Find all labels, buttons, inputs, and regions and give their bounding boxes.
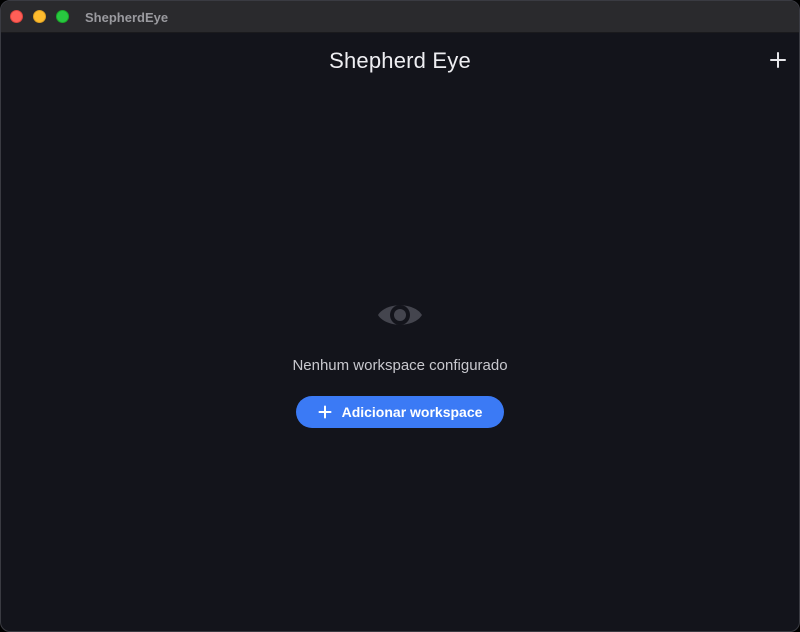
add-workspace-label: Adicionar workspace: [341, 404, 483, 420]
app-window: ShepherdEye Shepherd Eye Nenhum workspac…: [0, 0, 800, 632]
empty-state: Nenhum workspace configurado Adicionar w…: [1, 295, 799, 428]
page-title: Shepherd Eye: [329, 48, 471, 73]
empty-state-message: Nenhum workspace configurado: [292, 357, 508, 374]
title-bar[interactable]: ShepherdEye: [1, 1, 799, 33]
app-header: Shepherd Eye: [1, 33, 799, 89]
plus-icon: [318, 405, 332, 419]
plus-icon: [770, 52, 786, 68]
close-window-button[interactable]: [10, 10, 23, 23]
add-workspace-cta-button[interactable]: Adicionar workspace: [296, 396, 504, 428]
minimize-window-button[interactable]: [33, 10, 46, 23]
add-workspace-button[interactable]: [767, 49, 789, 71]
eye-icon: [378, 305, 422, 325]
maximize-window-button[interactable]: [56, 10, 69, 23]
window-title: ShepherdEye: [85, 10, 169, 25]
